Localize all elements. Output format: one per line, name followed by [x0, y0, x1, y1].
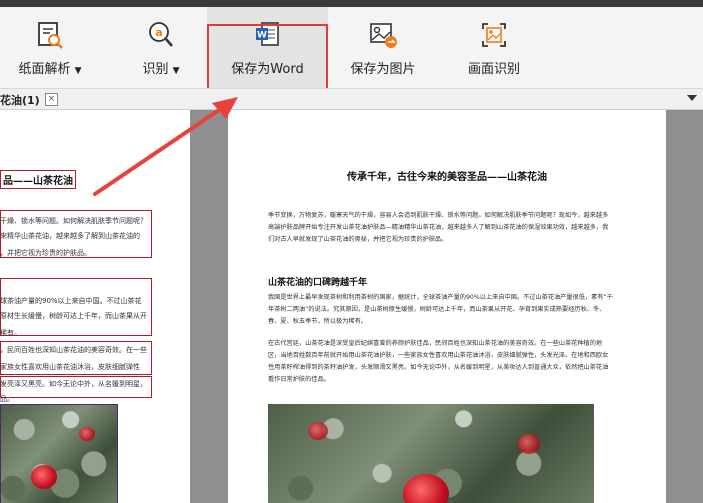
svg-text:a: a: [155, 26, 162, 39]
doc-magnifier-icon: [38, 22, 63, 49]
right-paragraph-1: 季节变换，万物复苏，暖寒天气的干燥，容易人会造到肌肤干燥、锁水等问题。如何解决肌…: [268, 212, 609, 243]
left-line: 原材生长缓慢，树龄可达上千年，而山茶果从开: [0, 312, 147, 320]
chevron-down-icon[interactable]: ▼: [75, 66, 82, 76]
left-line: 干燥、锁水等问题。如何解决肌肤季节问题呢？: [0, 217, 147, 225]
original-page-view: 品——山茶花油 干燥、锁水等问题。如何解决肌肤季节问题呢？ 来精华山茶花油，越来…: [0, 110, 190, 503]
left-line: 品。: [0, 395, 14, 403]
camellia-flower: [518, 434, 540, 454]
left-page-photo: [0, 404, 118, 503]
chevron-down-icon[interactable]: ▼: [173, 66, 180, 76]
document-tab-bar: 花油(1) ×: [0, 88, 703, 110]
window-top-strip: [0, 0, 703, 7]
close-icon[interactable]: ×: [45, 93, 58, 106]
screen-recognize-label: 画面识别: [467, 62, 520, 77]
recognize-label: 识别: [142, 62, 169, 77]
screen-recognize-button[interactable]: 画面识别: [455, 7, 533, 88]
paper-analysis-label: 纸面解析: [18, 62, 71, 77]
screen-capture-icon: [482, 23, 506, 47]
tab-list-dropdown-icon[interactable]: [687, 95, 697, 101]
left-line: 球茶油产量的90%以上来自中国。不过山茶花: [0, 297, 142, 305]
camellia-flower: [31, 465, 57, 489]
right-paragraph-2: 我国是世界上最早发现茶树和利用茶树的国家，据统计，全球茶油产量的90%以上来自中…: [268, 294, 613, 325]
camellia-flower: [403, 474, 449, 503]
highlight-box: [207, 24, 328, 90]
left-line: 发亮泽又黑亮。如今无论中外，从名媛到明星，: [0, 380, 147, 388]
document-tab[interactable]: 花油(1): [0, 92, 40, 108]
right-page-title: 传承千年，古往今来的美容圣品——山茶花油: [347, 172, 547, 183]
right-gutter: [666, 110, 703, 503]
left-line: ，民间百姓也深知山茶花油的美容奇效。在一些: [0, 346, 147, 354]
save-as-image-label: 保存为图片: [350, 62, 416, 77]
left-line: 家族女性喜欢用山茶花油沐浴，皮肤细腻弹性: [0, 363, 140, 371]
left-line: 稀有。: [0, 329, 21, 337]
recognize-button[interactable]: a 识别 ▼: [122, 7, 200, 88]
save-as-image-button[interactable]: 保存为图片: [340, 7, 426, 88]
left-line: ，并把它视为珍贵的护肤品。: [0, 249, 91, 257]
right-page-photo: [268, 404, 594, 503]
page-gutter: [190, 110, 228, 503]
right-paragraph-3: 在古代宫廷，山茶花油是深受皇后妃嫔喜爱的养颜护肤佳品，民间百姓也深知山茶花油的美…: [268, 340, 609, 383]
left-page-title: 品——山茶花油: [0, 170, 76, 189]
camellia-flower: [79, 427, 95, 441]
left-line: 来精华山茶花油，越来越多了解到山茶花油的: [0, 232, 140, 240]
recognized-block: [0, 278, 152, 336]
paper-analysis-button[interactable]: 纸面解析 ▼: [0, 7, 100, 88]
word-preview-page: 传承千年，古往今来的美容圣品——山茶花油 季节变换，万物复苏，暖寒天气的干燥，容…: [228, 110, 666, 503]
image-export-icon: [370, 23, 397, 48]
ocr-a-magnifier-icon: a: [149, 22, 173, 47]
right-page-heading: 山茶花油的口碑跨越千年: [268, 278, 368, 288]
camellia-flower: [308, 422, 328, 440]
toolbar: 纸面解析 ▼ a 识别 ▼ W 保存为Word 保存为图片 画面识别: [0, 7, 703, 90]
